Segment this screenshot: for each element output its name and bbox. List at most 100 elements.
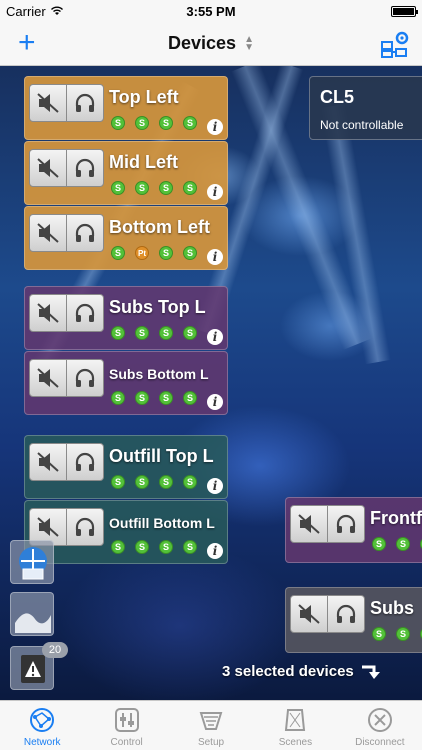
mute-button[interactable] bbox=[291, 506, 327, 542]
device-tile[interactable]: Mid Left S S S S i bbox=[24, 141, 228, 205]
network-icon bbox=[28, 706, 56, 734]
channel-status: S Pt S S bbox=[111, 246, 197, 260]
headphones-icon bbox=[75, 452, 95, 471]
status-chip: S bbox=[111, 326, 125, 340]
info-icon[interactable]: i bbox=[207, 249, 223, 265]
monitor-button[interactable] bbox=[327, 596, 364, 632]
info-icon[interactable]: i bbox=[207, 478, 223, 494]
info-icon[interactable]: i bbox=[207, 329, 223, 345]
monitor-button[interactable] bbox=[66, 509, 103, 545]
info-icon[interactable]: i bbox=[207, 394, 223, 410]
page-title[interactable]: Devices ▲ ▼ bbox=[168, 33, 254, 54]
selection-label: 3 selected devices bbox=[222, 663, 354, 680]
add-device-button[interactable]: + bbox=[18, 28, 36, 58]
mute-button[interactable] bbox=[30, 85, 66, 121]
info-icon[interactable]: i bbox=[207, 184, 223, 200]
monitor-button[interactable] bbox=[66, 295, 103, 331]
monitor-button[interactable] bbox=[327, 506, 364, 542]
nav-bar: + Devices ▲ ▼ bbox=[0, 22, 422, 66]
headphones-icon bbox=[75, 158, 95, 177]
status-chip: Pt bbox=[135, 246, 149, 260]
monitor-button[interactable] bbox=[66, 85, 103, 121]
monitor-button[interactable] bbox=[66, 360, 103, 396]
status-chip: S bbox=[183, 540, 197, 554]
monitor-button[interactable] bbox=[66, 150, 103, 186]
sort-icon: ▲ ▼ bbox=[244, 33, 254, 53]
mute-button[interactable] bbox=[30, 150, 66, 186]
headphones-icon bbox=[336, 604, 356, 623]
tab-setup[interactable]: Setup bbox=[169, 701, 253, 750]
status-chip: S bbox=[111, 246, 125, 260]
headphones-icon bbox=[75, 93, 95, 112]
selection-status[interactable]: 3 selected devices bbox=[222, 663, 382, 680]
device-controls bbox=[29, 294, 104, 332]
info-icon[interactable]: i bbox=[207, 119, 223, 135]
info-icon[interactable]: i bbox=[207, 543, 223, 559]
speaker-mute-icon bbox=[37, 158, 59, 178]
eq-curve-icon bbox=[15, 613, 51, 633]
device-name: Top Left bbox=[109, 87, 179, 107]
device-tile[interactable]: Top Left S S S S i bbox=[24, 76, 228, 140]
status-chip: S bbox=[372, 537, 386, 551]
device-tile[interactable]: Bottom Left S Pt S S i bbox=[24, 206, 228, 270]
status-chip: S bbox=[159, 540, 173, 554]
headphones-icon bbox=[75, 303, 95, 322]
speaker-mute-icon bbox=[37, 223, 59, 243]
channel-status: S S S S bbox=[111, 391, 197, 405]
device-tile[interactable]: Subs Bottom L S S S S i bbox=[24, 351, 228, 415]
page-title-label: Devices bbox=[168, 33, 237, 53]
status-chip: S bbox=[159, 116, 173, 130]
tab-network[interactable]: Network bbox=[0, 701, 84, 750]
mute-button[interactable] bbox=[30, 360, 66, 396]
status-chip: S bbox=[135, 181, 149, 195]
tab-label: Setup bbox=[197, 737, 225, 748]
grid-tool-button[interactable] bbox=[10, 540, 54, 584]
headphones-icon bbox=[75, 223, 95, 242]
device-tile[interactable]: Subs S S S bbox=[285, 587, 422, 653]
status-chip: S bbox=[183, 391, 197, 405]
alert-count-badge: 20 bbox=[42, 642, 68, 658]
device-tile-clip: CL5 Not controllable bbox=[309, 76, 422, 142]
device-tile[interactable]: Outfill Top L S S S S i bbox=[24, 435, 228, 499]
status-chip: S bbox=[183, 326, 197, 340]
channel-status: S S S bbox=[372, 627, 422, 641]
device-name: Frontf bbox=[370, 508, 422, 528]
setup-icon bbox=[197, 706, 225, 734]
device-controls bbox=[29, 84, 104, 122]
device-name: Outfill Top L bbox=[109, 446, 214, 466]
tab-disconnect[interactable]: Disconnect bbox=[338, 701, 422, 750]
disconnect-icon bbox=[366, 706, 394, 734]
device-name: Mid Left bbox=[109, 152, 178, 172]
device-controls bbox=[29, 443, 104, 481]
tab-control[interactable]: Control bbox=[84, 701, 168, 750]
monitor-button[interactable] bbox=[66, 215, 103, 251]
mute-button[interactable] bbox=[30, 295, 66, 331]
device-controls bbox=[29, 149, 104, 187]
mute-button[interactable] bbox=[30, 444, 66, 480]
speaker-mute-icon bbox=[298, 604, 320, 624]
channel-status: S S S S bbox=[111, 326, 197, 340]
console-tile[interactable]: CL5 Not controllable bbox=[309, 76, 422, 140]
status-chip: S bbox=[135, 391, 149, 405]
device-controls bbox=[290, 505, 365, 543]
device-tile[interactable]: Frontf S S S bbox=[285, 497, 422, 563]
status-chip: S bbox=[159, 181, 173, 195]
mute-button[interactable] bbox=[30, 215, 66, 251]
device-tile[interactable]: Subs Top L S S S S i bbox=[24, 286, 228, 350]
control-icon bbox=[113, 706, 141, 734]
tab-scenes[interactable]: Scenes bbox=[253, 701, 337, 750]
device-name: Bottom Left bbox=[109, 217, 210, 237]
monitor-button[interactable] bbox=[66, 444, 103, 480]
status-chip: S bbox=[183, 475, 197, 489]
mute-button[interactable] bbox=[291, 596, 327, 632]
tab-label: Network bbox=[23, 737, 61, 748]
status-chip: S bbox=[135, 116, 149, 130]
status-chip: S bbox=[159, 391, 173, 405]
headphones-icon bbox=[336, 514, 356, 533]
channel-status: S S S S bbox=[111, 181, 197, 195]
eq-tool-button[interactable] bbox=[10, 592, 54, 636]
speaker-mute-icon bbox=[37, 93, 59, 113]
device-controls bbox=[29, 359, 104, 397]
network-settings-icon[interactable] bbox=[380, 30, 410, 58]
carrier: Carrier bbox=[6, 4, 64, 19]
